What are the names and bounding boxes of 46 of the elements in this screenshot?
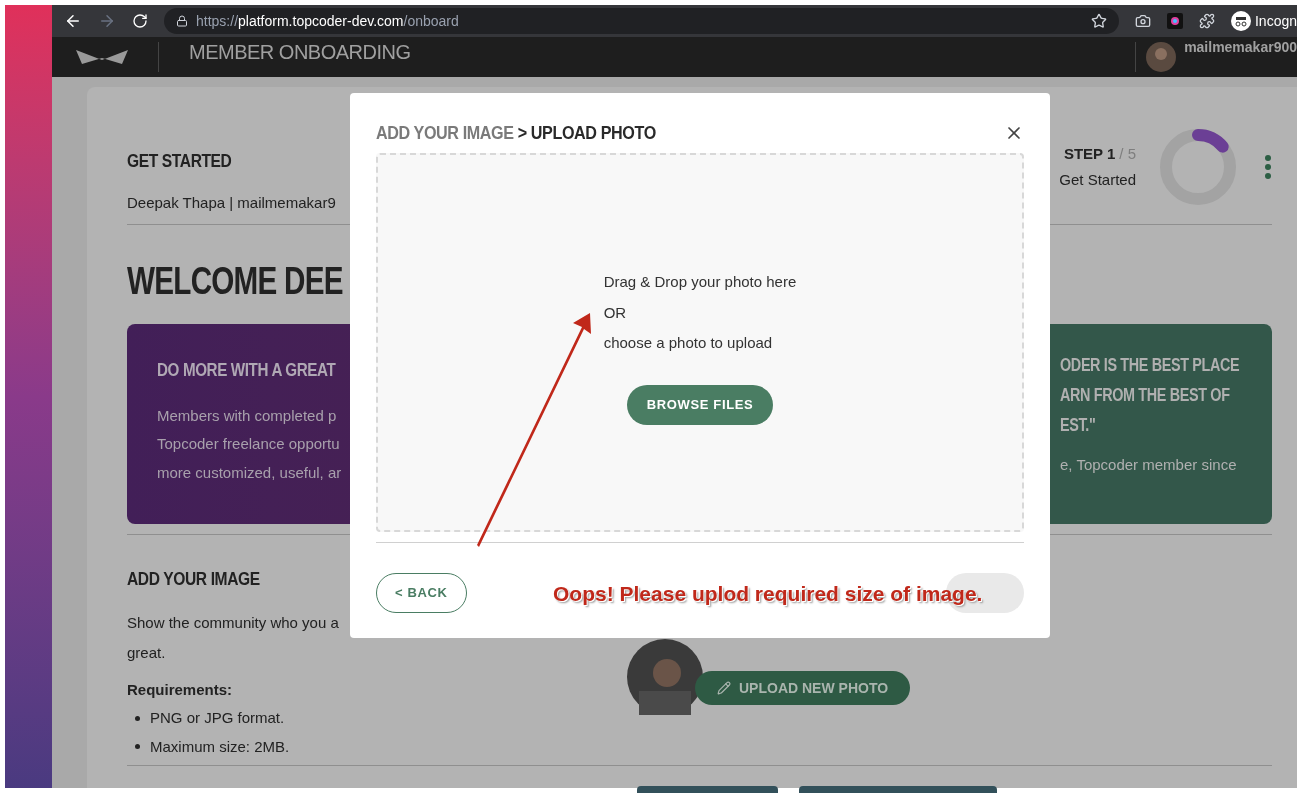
promo-text: Topcoder freelance opportu: [157, 434, 340, 454]
step-label: STEP 1: [1063, 143, 1116, 164]
upload-photo-button[interactable]: UPLOAD NEW PHOTO: [695, 671, 911, 705]
dialog-title: ADD YOUR IMAGE > UPLOAD PHOTO: [376, 120, 656, 145]
step-name: Get Started: [1059, 170, 1136, 190]
requirement-text: PNG or JPG format.: [150, 708, 285, 728]
username: mailmemakar900: [1184, 38, 1297, 57]
promo-text: more customized, useful, ar: [157, 462, 342, 483]
requirement-text: Maximum size: 2MB.: [150, 736, 290, 757]
bookmark-icon[interactable]: [1090, 13, 1107, 29]
back-icon[interactable]: [64, 12, 82, 30]
incognito-icon[interactable]: [1230, 11, 1251, 31]
pencil-icon: [717, 681, 731, 695]
drop-text: choose a photo to upload: [603, 333, 773, 353]
quote-author: e, Topcoder member since: [1060, 455, 1237, 475]
profile-label: Incogn: [1254, 11, 1297, 31]
promo-title: DO MORE WITH A GREAT: [157, 358, 336, 382]
more-icon[interactable]: [1264, 154, 1272, 180]
bullet-icon: [135, 744, 140, 750]
welcome-heading: WELCOME DEE: [127, 259, 343, 304]
camera-icon[interactable]: [1134, 13, 1151, 29]
section-title: GET STARTED: [127, 149, 232, 173]
drop-zone[interactable]: Drag & Drop your photo here OR choose a photo to upload BROWSE FILES: [376, 153, 1024, 532]
puzzle-icon[interactable]: [1198, 13, 1215, 29]
user-info: Deepak Thapa | mailmemakar9: [127, 192, 336, 213]
address-bar[interactable]: https://platform.topcoder-dev.com/onboard: [164, 8, 1119, 34]
quote-text: EST.": [1060, 414, 1096, 437]
reload-icon[interactable]: [132, 13, 148, 29]
browse-files-button[interactable]: BROWSE FILES: [626, 384, 774, 425]
drop-text: Drag & Drop your photo here: [603, 272, 797, 292]
header-title: MEMBER ONBOARDING: [189, 40, 411, 65]
avatar[interactable]: [1146, 42, 1177, 72]
lock-icon: [176, 15, 188, 27]
quote-text: ARN FROM THE BEST OF: [1060, 384, 1230, 407]
extension-icon[interactable]: [1166, 13, 1183, 29]
requirements-title: Requirements:: [127, 679, 233, 700]
description-text: great.: [127, 643, 166, 663]
forward-icon[interactable]: [98, 12, 116, 30]
url-text: https://platform.topcoder-dev.com/onboard: [196, 11, 459, 31]
section-title: ADD YOUR IMAGE: [127, 567, 260, 591]
bullet-icon: [135, 715, 140, 721]
promo-text: Members with completed p: [157, 405, 337, 426]
description-text: Show the community who you a: [127, 612, 339, 633]
annotation-text: Oops! Please uplod required size of image.: [553, 581, 983, 607]
drop-text: OR: [603, 302, 627, 323]
quote-text: ODER IS THE BEST PLACE: [1060, 354, 1240, 377]
